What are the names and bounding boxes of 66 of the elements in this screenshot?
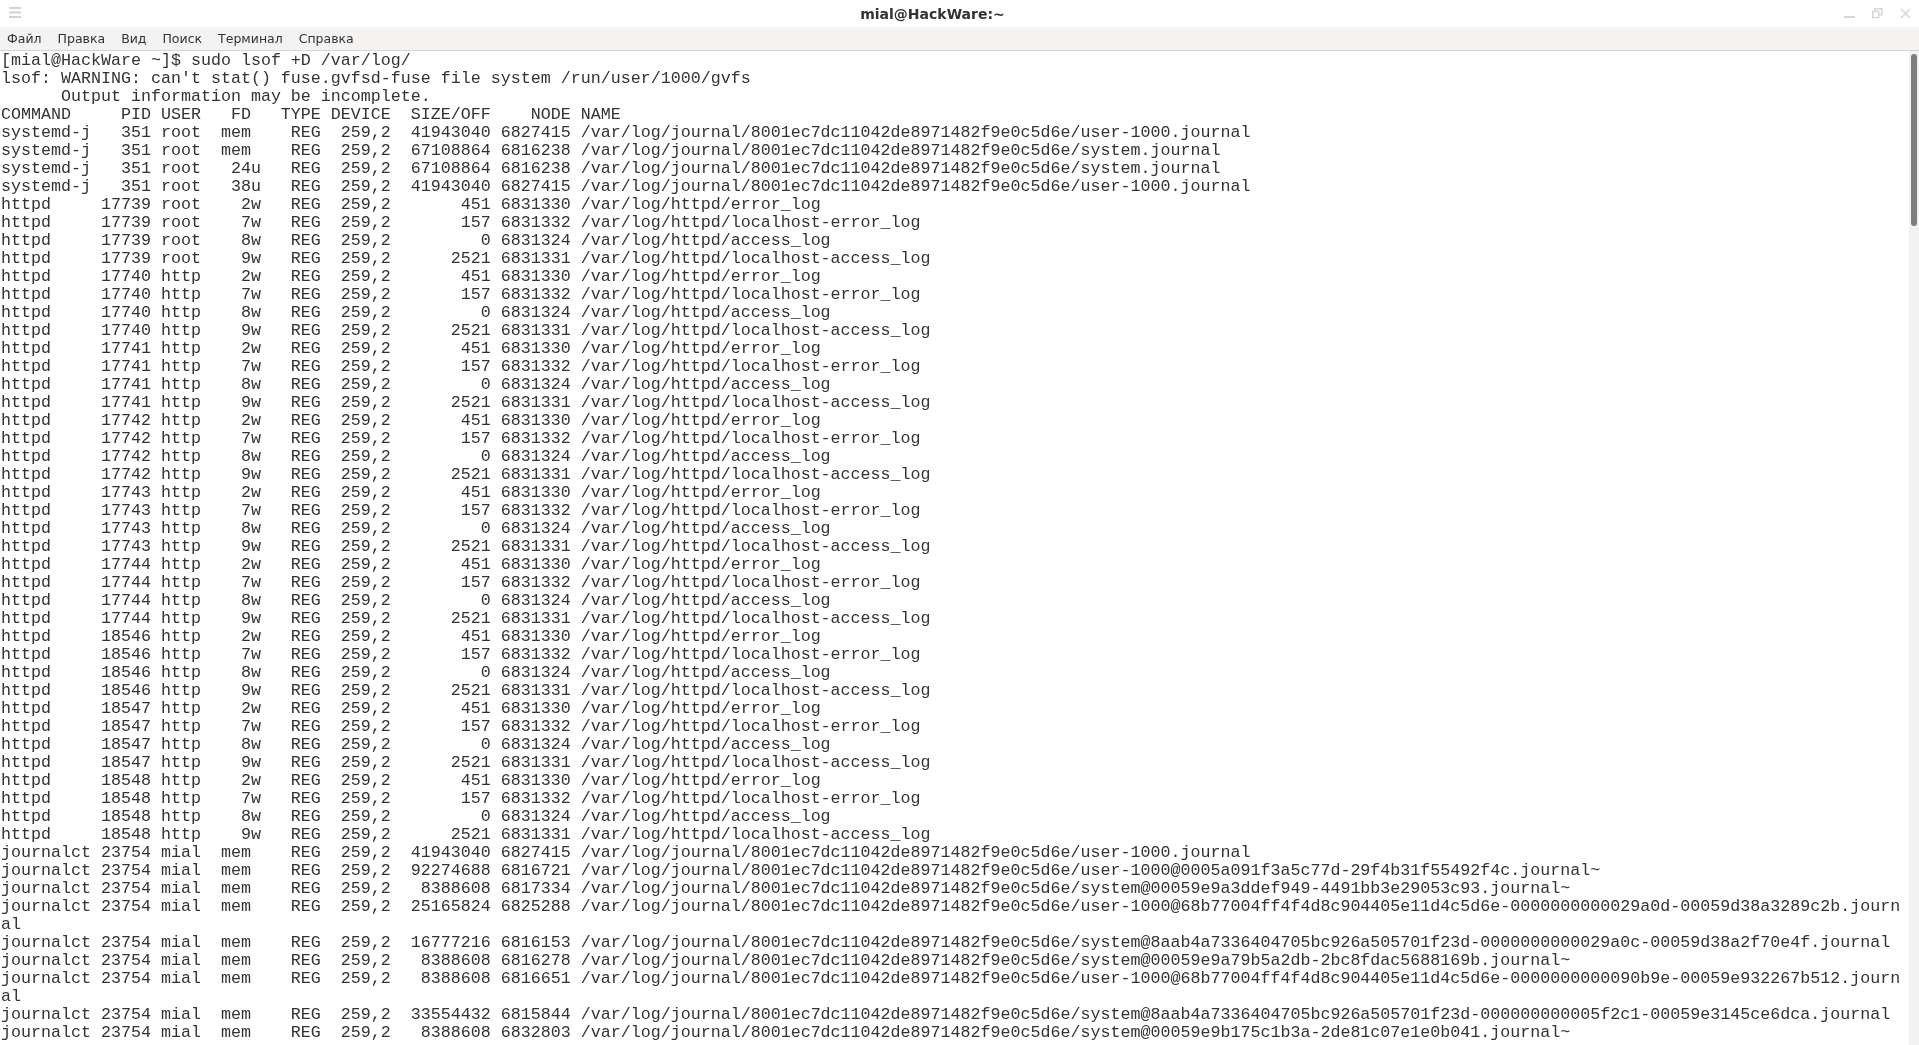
terminal-line: journalct 23754 mial mem REG 259,2 8388608 6816278 /var/log/journal/8001ec7dc11042de8971482f9e0c5d6e/system@00059e9a79b5a2db-2bc8fdac5688169b.journal~	[1, 952, 1572, 970]
terminal-line: httpd 18547 http 8w REG 259,2 0 6831324 /var/log/httpd/access_log	[1, 736, 832, 754]
terminal-line: httpd 17742 http 2w REG 259,2 451 6831330 /var/log/httpd/error_log	[1, 412, 822, 430]
terminal-line: httpd 18548 http 8w REG 259,2 0 6831324 /var/log/httpd/access_log	[1, 808, 832, 826]
terminal-line: lsof: WARNING: can't stat() fuse.gvfsd-fuse file system /run/user/1000/gvfs	[1, 70, 752, 88]
terminal-line: httpd 17743 http 7w REG 259,2 157 6831332 /var/log/httpd/localhost-error_log	[1, 502, 922, 520]
terminal-line: httpd 17744 http 7w REG 259,2 157 6831332 /var/log/httpd/localhost-error_log	[1, 574, 922, 592]
terminal-line: httpd 17741 http 7w REG 259,2 157 6831332 /var/log/httpd/localhost-error_log	[1, 358, 922, 376]
terminal-line: journalct 23754 mial mem REG 259,2 8388608 6832803 /var/log/journal/8001ec7dc11042de8971482f9e0c5d6e/system@00059e9b175c1b3a-2de81c07e1e0b041.journal~	[1, 1024, 1572, 1042]
terminal-line: journalct 23754 mial mem REG 259,2 8388608 6816651 /var/log/journal/8001ec7dc11042de8971482f9e0c5d6e/user-1000@68b77004ff4f4d8c904405e11d4c5d6e-0000000000090b9e-00059e932267b512.journ	[1, 970, 1902, 988]
terminal-line: journalct 23754 mial mem REG 259,2 16777216 6816153 /var/log/journal/8001ec7dc11042de8971482f9e0c5d6e/system@8aab4a7336404705bc926a505701f23d-0000000000029a0c-00059d38a2f70e4f.journal	[1, 934, 1892, 952]
terminal-line: Output information may be incomplete.	[59, 88, 432, 106]
terminal-line: httpd 17743 http 2w REG 259,2 451 6831330 /var/log/httpd/error_log	[1, 484, 822, 502]
terminal-line: journalct 23754 mial mem REG 259,2 41943040 6827415 /var/log/journal/8001ec7dc11042de8971482f9e0c5d6e/user-1000.journal	[1, 844, 1252, 862]
terminal-line: httpd 18546 http 8w REG 259,2 0 6831324 /var/log/httpd/access_log	[1, 664, 832, 682]
terminal-line: httpd 17741 http 8w REG 259,2 0 6831324 /var/log/httpd/access_log	[1, 376, 832, 394]
terminal-line: httpd 18547 http 9w REG 259,2 2521 6831331 /var/log/httpd/localhost-access_log	[1, 754, 932, 772]
terminal-line: httpd 17742 http 9w REG 259,2 2521 6831331 /var/log/httpd/localhost-access_log	[1, 466, 932, 484]
terminal-line: httpd 17743 http 8w REG 259,2 0 6831324 /var/log/httpd/access_log	[1, 520, 832, 538]
terminal-line: httpd 17744 http 2w REG 259,2 451 6831330 /var/log/httpd/error_log	[1, 556, 822, 574]
terminal-line: al	[1, 988, 22, 1006]
terminal-line: journalct 23754 mial mem REG 259,2 25165824 6825288 /var/log/journal/8001ec7dc11042de8971482f9e0c5d6e/user-1000@68b77004ff4f4d8c904405e11d4c5d6e-0000000000029a0d-00059d38a3289c2b.journ	[1, 898, 1902, 916]
terminal-line: httpd 17741 http 2w REG 259,2 451 6831330 /var/log/httpd/error_log	[1, 340, 822, 358]
menu-item[interactable]: Терминал	[218, 31, 291, 46]
terminal-line: systemd-j 351 root mem REG 259,2 41943040 6827415 /var/log/journal/8001ec7dc11042de8971482f9e0c5d6e/user-1000.journal	[1, 124, 1252, 142]
terminal-line: systemd-j 351 root 24u REG 259,2 67108864 6816238 /var/log/journal/8001ec7dc11042de8971482f9e0c5d6e/system.journal	[1, 160, 1222, 178]
scrollbar-thumb[interactable]	[1911, 54, 1917, 226]
terminal-line: systemd-j 351 root mem REG 259,2 67108864 6816238 /var/log/journal/8001ec7dc11042de8971482f9e0c5d6e/system.journal	[1, 142, 1222, 160]
terminal-line: journalct 23754 mial mem REG 259,2 92274688 6816721 /var/log/journal/8001ec7dc11042de8971482f9e0c5d6e/user-1000@0005a091f3a5c77d-29f4b31f55492f4c.journal~	[1, 862, 1602, 880]
terminal-line: httpd 17739 root 2w REG 259,2 451 6831330 /var/log/httpd/error_log	[1, 196, 822, 214]
terminal-line: [mial@HackWare ~]$ sudo lsof +D /var/log/	[1, 52, 412, 70]
terminal-line: httpd 17742 http 8w REG 259,2 0 6831324 /var/log/httpd/access_log	[1, 448, 832, 466]
terminal-line: httpd 17739 root 9w REG 259,2 2521 6831331 /var/log/httpd/localhost-access_log	[1, 250, 932, 268]
terminal-line: httpd 17740 http 9w REG 259,2 2521 6831331 /var/log/httpd/localhost-access_log	[1, 322, 932, 340]
terminal-line: httpd 18546 http 2w REG 259,2 451 6831330 /var/log/httpd/error_log	[1, 628, 822, 646]
terminal-line: httpd 17739 root 8w REG 259,2 0 6831324 /var/log/httpd/access_log	[1, 232, 832, 250]
window-title: mial@HackWare:~	[859, 5, 1006, 22]
terminal-line: httpd 18548 http 2w REG 259,2 451 6831330 /var/log/httpd/error_log	[1, 772, 822, 790]
menu-item[interactable]: Вид	[121, 31, 155, 46]
terminal-line: httpd 17744 http 8w REG 259,2 0 6831324 /var/log/httpd/access_log	[1, 592, 832, 610]
terminal-line: httpd 17740 http 2w REG 259,2 451 6831330 /var/log/httpd/error_log	[1, 268, 822, 286]
terminal-line: httpd 17742 http 7w REG 259,2 157 6831332 /var/log/httpd/localhost-error_log	[1, 430, 922, 448]
terminal-line: httpd 18548 http 9w REG 259,2 2521 6831331 /var/log/httpd/localhost-access_log	[1, 826, 932, 844]
terminal-line: httpd 18548 http 7w REG 259,2 157 6831332 /var/log/httpd/localhost-error_log	[1, 790, 922, 808]
terminal-line: httpd 17740 http 7w REG 259,2 157 6831332 /var/log/httpd/localhost-error_log	[1, 286, 922, 304]
menu-item[interactable]: Правка	[57, 31, 114, 46]
terminal-line: httpd 18546 http 9w REG 259,2 2521 6831331 /var/log/httpd/localhost-access_log	[1, 682, 932, 700]
terminal-line: journalct 23754 mial mem REG 259,2 33554432 6815844 /var/log/journal/8001ec7dc11042de8971482f9e0c5d6e/system@8aab4a7336404705bc926a505701f23d-000000000005f2c1-00059e3145ce6dca.journal	[1, 1006, 1892, 1024]
terminal-line: httpd 18546 http 7w REG 259,2 157 6831332 /var/log/httpd/localhost-error_log	[1, 646, 922, 664]
maximize-icon[interactable]	[1872, 8, 1883, 19]
menu-item[interactable]: Справка	[298, 31, 362, 46]
terminal-line: systemd-j 351 root 38u REG 259,2 41943040 6827415 /var/log/journal/8001ec7dc11042de8971482f9e0c5d6e/user-1000.journal	[1, 178, 1252, 196]
terminal-line: httpd 17740 http 8w REG 259,2 0 6831324 /var/log/httpd/access_log	[1, 304, 832, 322]
terminal-line: al	[1, 916, 22, 934]
close-icon[interactable]	[1900, 8, 1911, 19]
terminal-line: httpd 18547 http 2w REG 259,2 451 6831330 /var/log/httpd/error_log	[1, 700, 822, 718]
terminal-line: httpd 17739 root 7w REG 259,2 157 6831332 /var/log/httpd/localhost-error_log	[1, 214, 922, 232]
terminal-line: journalct 23754 mial mem REG 259,2 8388608 6817334 /var/log/journal/8001ec7dc11042de8971482f9e0c5d6e/system@00059e9a3ddef949-4491bb3e29053c93.journal~	[1, 880, 1572, 898]
terminal-line: httpd 17744 http 9w REG 259,2 2521 6831331 /var/log/httpd/localhost-access_log	[1, 610, 932, 628]
menu-item[interactable]: Файл	[7, 31, 50, 46]
menu-icon[interactable]	[9, 7, 21, 18]
terminal-line: httpd 17741 http 9w REG 259,2 2521 6831331 /var/log/httpd/localhost-access_log	[1, 394, 932, 412]
menu-item[interactable]: Поиск	[162, 31, 211, 46]
terminal-line: httpd 18547 http 7w REG 259,2 157 6831332 /var/log/httpd/localhost-error_log	[1, 718, 922, 736]
terminal-line: httpd 17743 http 9w REG 259,2 2521 6831331 /var/log/httpd/localhost-access_log	[1, 538, 932, 556]
terminal-line: COMMAND PID USER FD TYPE DEVICE SIZE/OFF NODE NAME	[1, 106, 622, 124]
